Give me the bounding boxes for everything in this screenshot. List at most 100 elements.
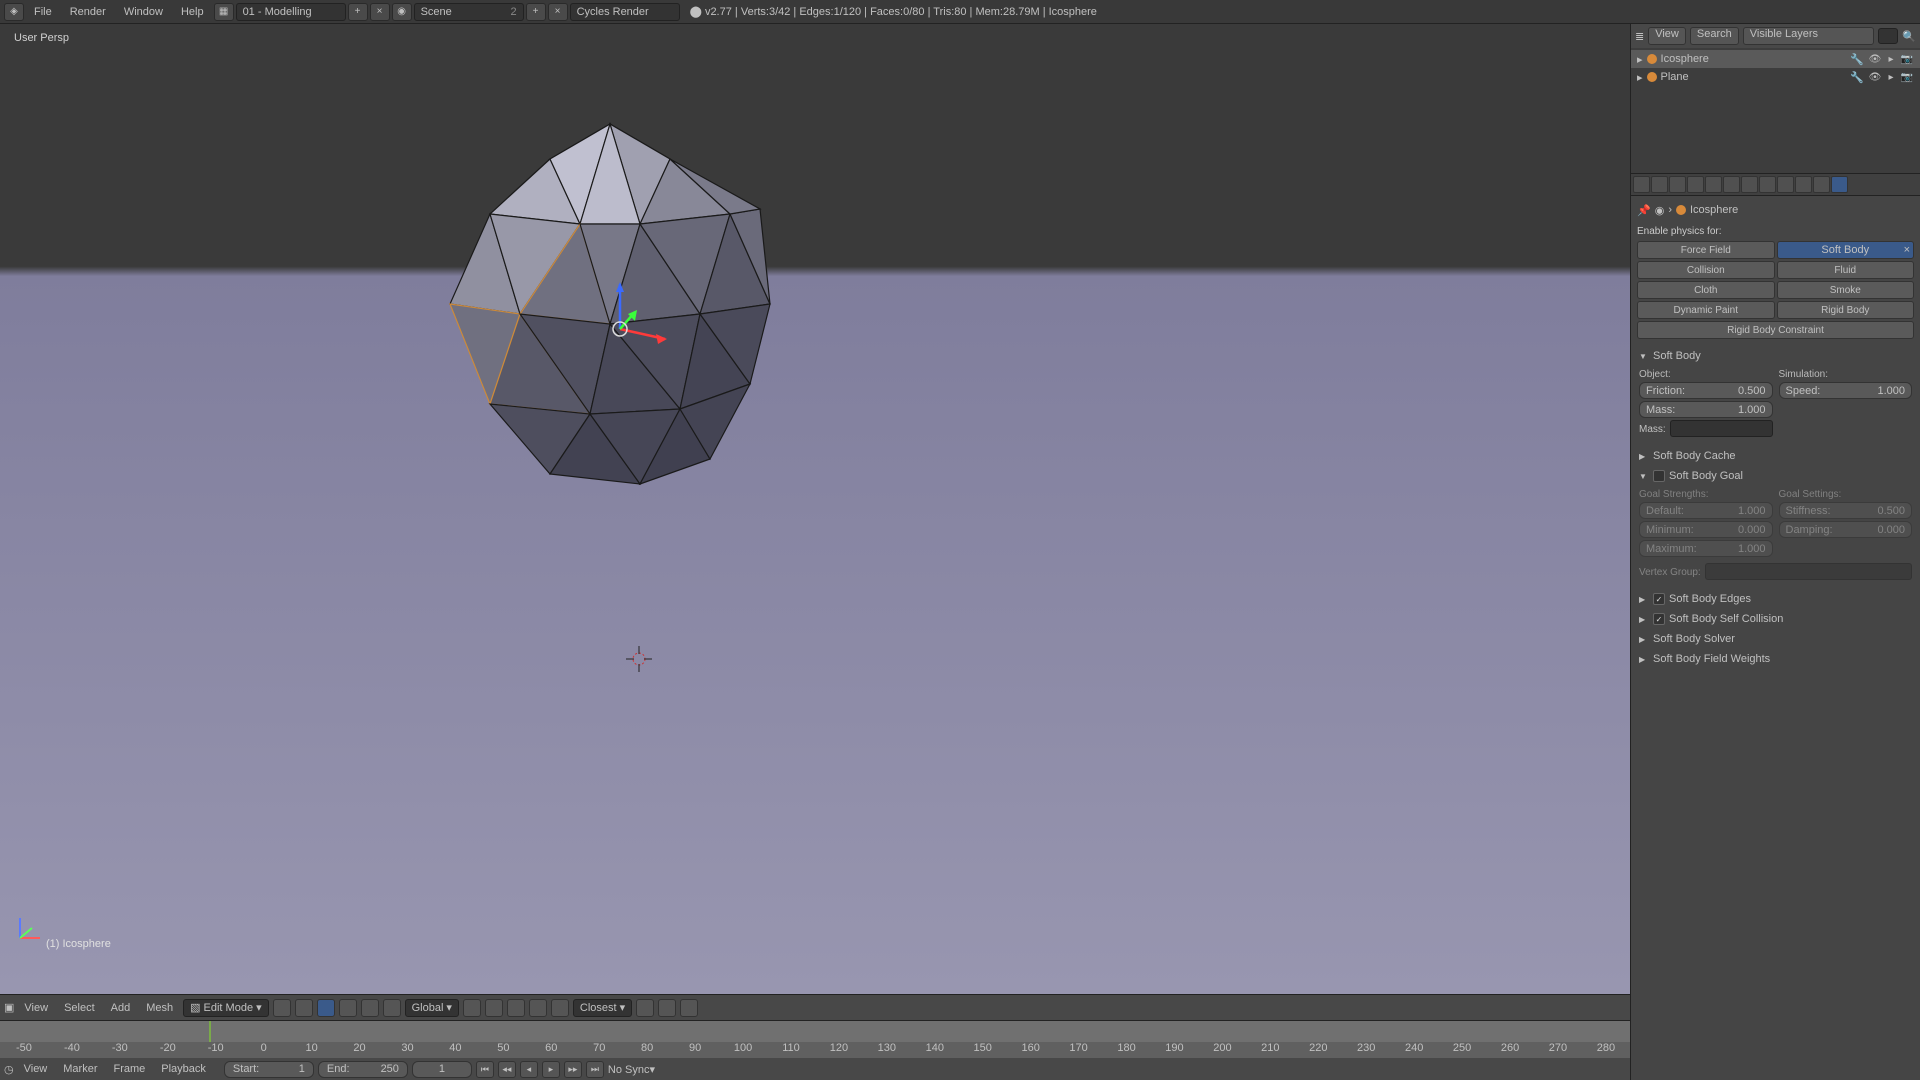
tab-particles[interactable] [1813, 176, 1830, 193]
layout-icon[interactable]: ▦ [214, 3, 234, 21]
frame-start-field[interactable]: Start: 1 [224, 1061, 314, 1078]
blender-icon[interactable]: ◈ [4, 3, 24, 21]
menu-window[interactable]: Window [116, 0, 171, 24]
gpencil-button[interactable] [680, 999, 698, 1017]
collision-button[interactable]: Collision [1637, 261, 1775, 279]
select-mode-edge[interactable] [339, 999, 357, 1017]
tab-texture[interactable] [1795, 176, 1812, 193]
restrict-render-icon[interactable]: 📷 [1900, 54, 1914, 65]
pin-icon[interactable]: 📌 [1637, 204, 1651, 217]
panel-header-edges[interactable]: ▶Soft Body Edges [1637, 590, 1914, 608]
tab-object[interactable] [1705, 176, 1722, 193]
tab-render[interactable] [1633, 176, 1650, 193]
speed-field[interactable]: Speed:1.000 [1779, 382, 1913, 399]
menu-help[interactable]: Help [173, 0, 212, 24]
view3d-menu-select[interactable]: Select [58, 1002, 101, 1014]
view3d-menu-mesh[interactable]: Mesh [140, 1002, 179, 1014]
pivot-button[interactable] [295, 999, 313, 1017]
panel-header-self-collision[interactable]: ▶Soft Body Self Collision [1637, 610, 1914, 628]
play-button[interactable]: ▸ [542, 1061, 560, 1078]
view3d-region[interactable]: User Persp [0, 24, 1630, 994]
tab-world[interactable] [1687, 176, 1704, 193]
restrict-select-icon[interactable]: ▸ [1884, 72, 1898, 83]
jump-next-keyframe-button[interactable]: ▸▸ [564, 1061, 582, 1078]
viewport-shading-button[interactable] [273, 999, 291, 1017]
search-icon[interactable]: 🔍 [1902, 30, 1916, 43]
tab-material[interactable] [1777, 176, 1794, 193]
icosphere-mesh[interactable] [420, 114, 800, 504]
playhead[interactable] [209, 1021, 211, 1042]
panel-header-cache[interactable]: ▶Soft Body Cache [1637, 447, 1914, 465]
rigid-body-constraint-button[interactable]: Rigid Body Constraint [1637, 321, 1914, 339]
jump-prev-keyframe-button[interactable]: ◂◂ [498, 1061, 516, 1078]
outliner-filter-input[interactable] [1878, 28, 1898, 44]
outliner-view-menu[interactable]: View [1648, 27, 1686, 45]
restrict-render-icon[interactable]: 📷 [1900, 72, 1914, 83]
current-frame-field[interactable]: 1 [412, 1061, 472, 1078]
panel-header-weights[interactable]: ▶Soft Body Field Weights [1637, 650, 1914, 668]
tab-render-layers[interactable] [1651, 176, 1668, 193]
render-opengl-still[interactable] [636, 999, 654, 1017]
disclosure-icon[interactable]: ▸ [1637, 53, 1643, 66]
goal-checkbox[interactable] [1653, 470, 1665, 482]
frame-end-field[interactable]: End: 250 [318, 1061, 408, 1078]
select-mode-vertex[interactable] [317, 999, 335, 1017]
dynamic-paint-button[interactable]: Dynamic Paint [1637, 301, 1775, 319]
edges-checkbox[interactable] [1653, 593, 1665, 605]
soft-body-button[interactable]: Soft Body× [1777, 241, 1915, 259]
cloth-button[interactable]: Cloth [1637, 281, 1775, 299]
rigid-body-button[interactable]: Rigid Body [1777, 301, 1915, 319]
force-field-button[interactable]: Force Field [1637, 241, 1775, 259]
outliner-editor-type-icon[interactable]: ≣ [1635, 30, 1644, 43]
fluid-button[interactable]: Fluid [1777, 261, 1915, 279]
manipulator-toggle[interactable] [463, 999, 481, 1017]
tab-scene[interactable] [1669, 176, 1686, 193]
restrict-view-icon[interactable]: 👁 [1868, 72, 1882, 83]
view3d-menu-add[interactable]: Add [105, 1002, 137, 1014]
scene-dropdown[interactable]: Scene 2 [414, 3, 524, 21]
view3d-menu-view[interactable]: View [18, 1002, 54, 1014]
timeline-scrub-area[interactable] [0, 1021, 1630, 1042]
lock-camera-button[interactable] [507, 999, 525, 1017]
mass-field[interactable]: Mass:1.000 [1639, 401, 1773, 418]
scene-icon[interactable]: ◉ [392, 3, 412, 21]
smoke-button[interactable]: Smoke [1777, 281, 1915, 299]
orientation-dropdown[interactable]: Global▾ [405, 999, 459, 1017]
disclosure-icon[interactable]: ▸ [1637, 71, 1643, 84]
timeline-editor-type-icon[interactable]: ◷ [4, 1063, 14, 1076]
outliner-item-icosphere[interactable]: ▸ Icosphere 🔧 👁▸📷 [1631, 50, 1920, 68]
close-icon[interactable]: × [1904, 244, 1910, 256]
outliner-display-mode-dropdown[interactable]: Visible Layers [1743, 27, 1875, 45]
timeline-menu-marker[interactable]: Marker [57, 1063, 103, 1075]
editor-type-icon[interactable]: ▣ [4, 1001, 14, 1014]
tab-data[interactable] [1759, 176, 1776, 193]
outliner-tree[interactable]: ▸ Icosphere 🔧 👁▸📷 ▸ Plane 🔧 👁▸📷 [1631, 48, 1920, 173]
breadcrumb-object-name[interactable]: Icosphere [1690, 204, 1738, 216]
tab-modifiers[interactable] [1741, 176, 1758, 193]
outliner-item-plane[interactable]: ▸ Plane 🔧 👁▸📷 [1631, 68, 1920, 86]
add-layout-button[interactable]: + [348, 3, 368, 21]
timeline-menu-playback[interactable]: Playback [155, 1063, 212, 1075]
friction-field[interactable]: Friction:0.500 [1639, 382, 1773, 399]
snap-toggle[interactable] [551, 999, 569, 1017]
mass-vertex-group-input[interactable] [1670, 420, 1773, 437]
panel-header-soft-body[interactable]: ▼Soft Body [1637, 347, 1914, 365]
remove-scene-button[interactable]: × [548, 3, 568, 21]
restrict-view-icon[interactable]: 👁 [1868, 54, 1882, 65]
play-reverse-button[interactable]: ◂ [520, 1061, 538, 1078]
select-mode-face[interactable] [361, 999, 379, 1017]
screen-layout-dropdown[interactable]: 01 - Modelling [236, 3, 346, 21]
timeline-menu-frame[interactable]: Frame [108, 1063, 152, 1075]
mode-dropdown[interactable]: ▧ Edit Mode ▾ [183, 999, 268, 1017]
outliner-search-menu[interactable]: Search [1690, 27, 1739, 45]
restrict-select-icon[interactable]: ▸ [1884, 54, 1898, 65]
menu-file[interactable]: File [26, 0, 60, 24]
timeline-menu-view[interactable]: View [18, 1063, 54, 1075]
add-scene-button[interactable]: + [526, 3, 546, 21]
render-engine-dropdown[interactable]: Cycles Render [570, 3, 680, 21]
modifier-icon[interactable]: 🔧 [1850, 53, 1864, 66]
render-opengl-anim[interactable] [658, 999, 676, 1017]
self-collision-checkbox[interactable] [1653, 613, 1665, 625]
menu-render[interactable]: Render [62, 0, 114, 24]
layers-button[interactable] [485, 999, 503, 1017]
